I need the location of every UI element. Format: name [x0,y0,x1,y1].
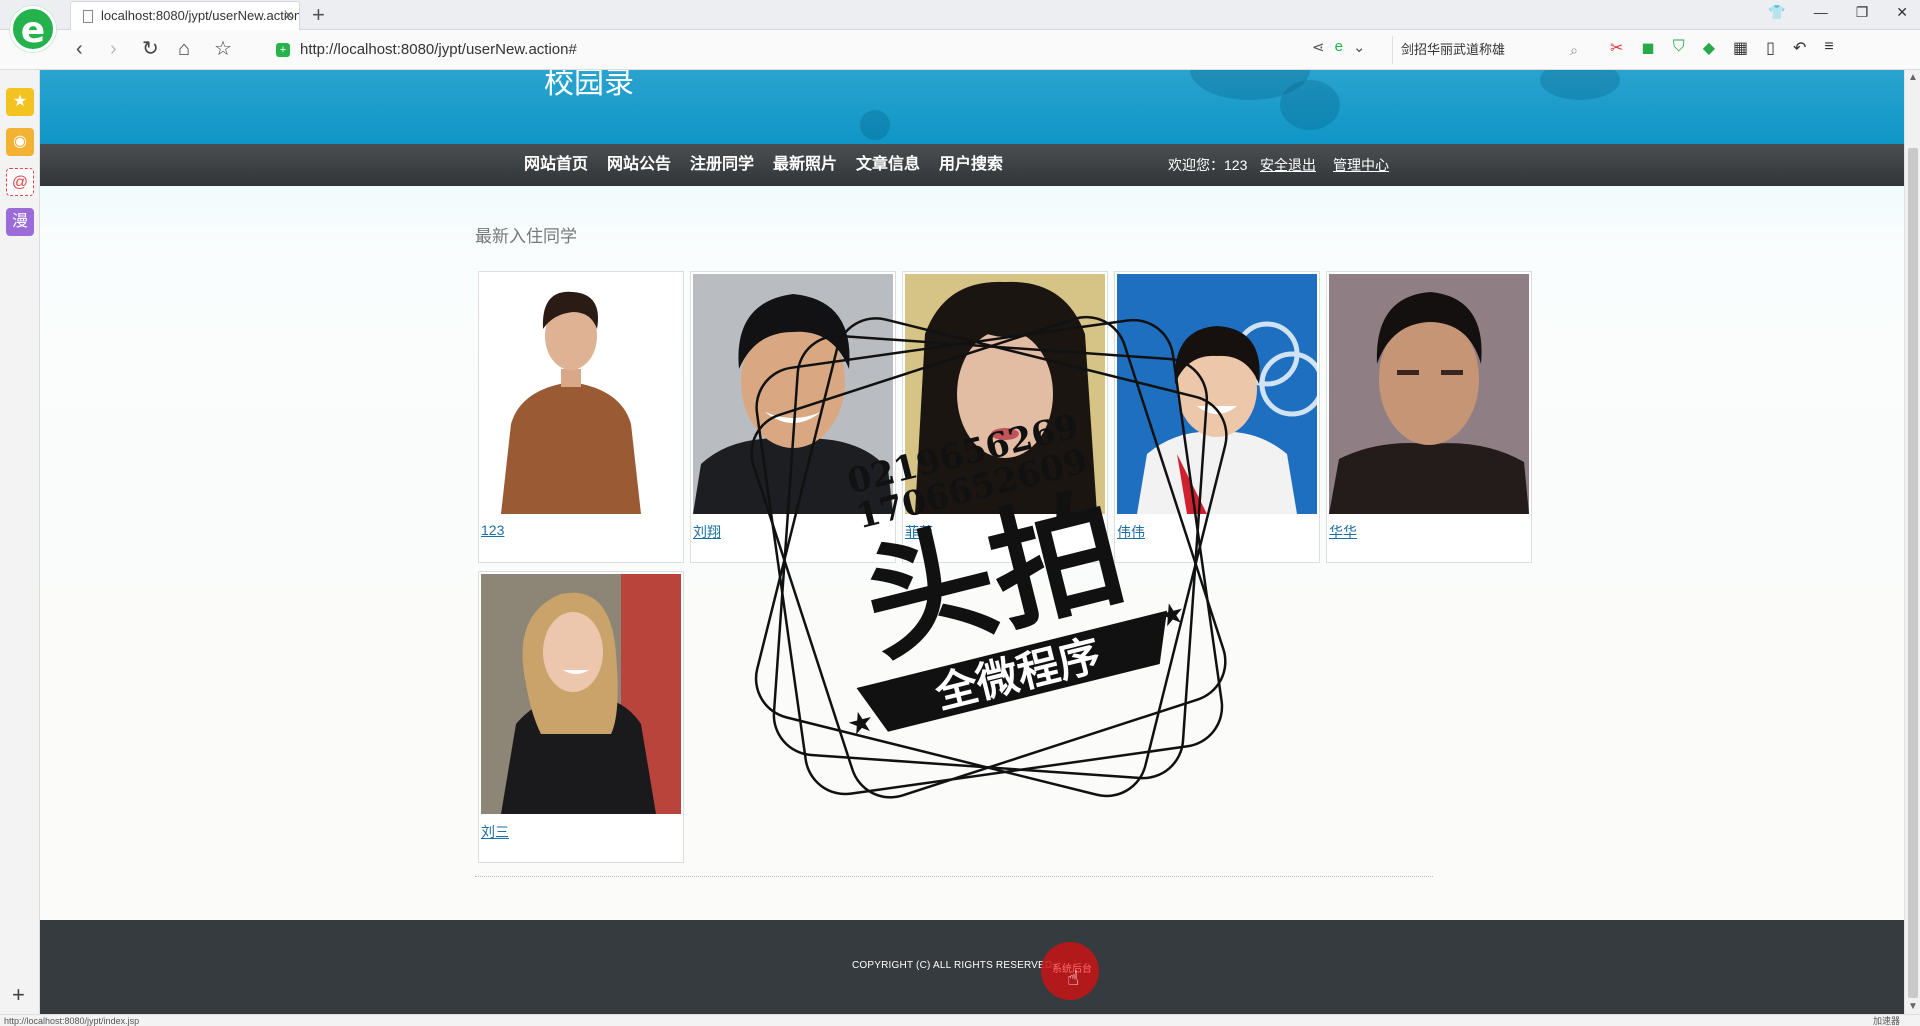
svg-text:★: ★ [844,704,878,743]
url-text: http://localhost:8080/jypt/userNew.actio… [300,41,577,58]
status-accelerator[interactable]: 加速器 [1873,1015,1900,1026]
svg-text:★: ★ [1155,596,1189,635]
add-panel-icon[interactable]: + [12,982,25,1008]
scroll-up-icon[interactable]: ▲ [1908,72,1918,83]
scroll-down-icon[interactable]: ▼ [1908,1001,1918,1012]
chevron-down-icon[interactable]: ⌄ [1353,38,1366,56]
banner-title: 校园录 [544,70,634,101]
banner-decor [1540,70,1620,100]
user-name-link[interactable]: 123 [481,522,504,538]
engine-icon[interactable]: e [1335,38,1343,56]
user-photo[interactable] [1329,274,1529,514]
copyright-text: COPYRIGHT (C) ALL RIGHTS RESERVED. [852,960,1056,971]
user-photo[interactable] [481,274,681,514]
nav-register[interactable]: 注册同学 [690,144,754,186]
browser-tab-bar: localhost:8080/jypt/userNew.action × + 👕… [0,0,1920,31]
status-url: http://localhost:8080/jypt/index.jsp [4,1016,140,1026]
minimize-icon[interactable]: — [1814,4,1828,21]
forward-icon[interactable]: › [110,38,117,60]
vertical-scrollbar[interactable]: ▲ ▼ [1904,70,1920,1014]
search-text: 剑招华丽武道称雄 [1401,42,1506,57]
status-bar: http://localhost:8080/jypt/index.jsp 加速器 [0,1014,1920,1026]
game-icon[interactable]: ◆ [1703,38,1715,58]
new-tab-button[interactable]: + [312,2,325,28]
user-name-link[interactable]: 华华 [1329,522,1357,542]
mail-icon[interactable]: @ [6,168,34,196]
side-panel: ★ ◉ @ 漫 + [0,70,40,1014]
nav-photos[interactable]: 最新照片 [773,144,837,186]
search-input[interactable]: 剑招华丽武道称雄 ⌕ [1392,36,1582,64]
user-name-link[interactable]: 菲菲 [905,522,933,542]
window-controls: 👕 — ❐ ✕ [1768,4,1908,21]
star-icon[interactable]: ☆ [214,38,232,60]
user-card: 刘三 [478,571,684,863]
favorites-icon[interactable]: ★ [6,88,34,116]
user-photo[interactable] [1117,274,1317,514]
toolbar-icons: ✂ ◼ ⛉ ◆ ▦ ▯ ↶ ≡ [1610,38,1834,58]
undo-icon[interactable]: ↶ [1793,38,1806,58]
welcome-text: 欢迎您：123 [1168,157,1248,173]
translate-icon[interactable]: ◼ [1641,38,1654,58]
user-name-link[interactable]: 伟伟 [1117,522,1145,542]
nav-home[interactable]: 网站首页 [524,144,588,186]
scissors-icon[interactable]: ✂ [1610,38,1623,58]
admin-link[interactable]: 管理中心 [1333,144,1389,186]
section-title: 最新入住同学 [475,227,577,247]
menu-icon[interactable]: ≡ [1824,38,1833,58]
apps-icon[interactable]: ▦ [1733,38,1748,58]
hand-cursor-icon: ☝ [1067,968,1080,990]
user-photo[interactable] [693,274,893,514]
site-banner: 校园录 [40,70,1904,144]
user-card: 菲菲 [902,271,1108,563]
tablet-icon[interactable]: ▯ [1766,38,1775,58]
skin-icon[interactable]: 👕 [1768,4,1785,21]
nav-announcements[interactable]: 网站公告 [607,144,671,186]
user-card: 伟伟 [1114,271,1320,563]
secure-shield-icon: + [276,43,290,57]
weibo-icon[interactable]: ◉ [6,128,34,156]
home-icon[interactable]: ⌂ [178,38,190,60]
user-name-link[interactable]: 刘三 [481,822,509,842]
close-window-icon[interactable]: ✕ [1896,4,1908,21]
restore-icon[interactable]: ❐ [1856,4,1869,21]
refresh-icon[interactable]: ↻ [142,38,159,60]
main-nav: 网站首页 网站公告 注册同学 最新照片 文章信息 用户搜索 欢迎您：123 安全… [40,144,1904,186]
browser-tab[interactable]: localhost:8080/jypt/userNew.action × [70,1,300,31]
address-bar: ‹ › ↻ ⌂ ☆ + http://localhost:8080/jypt/u… [0,30,1920,70]
share-icon[interactable]: ⋖ [1312,38,1325,56]
back-icon[interactable]: ‹ [76,38,83,60]
user-card: 123 [478,271,684,563]
browser-logo-icon[interactable]: e [10,6,56,52]
comic-icon[interactable]: 漫 [6,208,34,236]
url-field[interactable]: + http://localhost:8080/jypt/userNew.act… [272,36,1292,64]
close-tab-icon[interactable]: × [284,2,293,30]
document-icon [83,10,93,23]
logout-link[interactable]: 安全退出 [1260,144,1316,186]
banner-decor [1280,80,1340,130]
nav-user-search[interactable]: 用户搜索 [939,144,1003,186]
user-photo[interactable] [481,574,681,814]
user-card: 刘翔 [690,271,896,563]
user-card: 华华 [1326,271,1532,563]
page-viewport: 校园录 网站首页 网站公告 注册同学 最新照片 文章信息 用户搜索 欢迎您：12… [40,70,1904,1014]
user-name-link[interactable]: 刘翔 [693,522,721,542]
user-photo[interactable] [905,274,1105,514]
site-footer: COPYRIGHT (C) ALL RIGHTS RESERVED. 系统后台 … [40,920,1904,1014]
banner-decor [860,110,890,140]
section-divider [475,876,1433,877]
search-icon[interactable]: ⌕ [1570,36,1578,64]
address-actions: ⋖ e ⌄ [1312,38,1366,56]
scrollbar-thumb[interactable] [1908,148,1918,998]
tab-title: localhost:8080/jypt/userNew.action [101,8,300,23]
nav-articles[interactable]: 文章信息 [856,144,920,186]
shield-icon[interactable]: ⛉ [1673,38,1685,58]
watermark-ribbon-text: 全微程序 [930,630,1106,718]
